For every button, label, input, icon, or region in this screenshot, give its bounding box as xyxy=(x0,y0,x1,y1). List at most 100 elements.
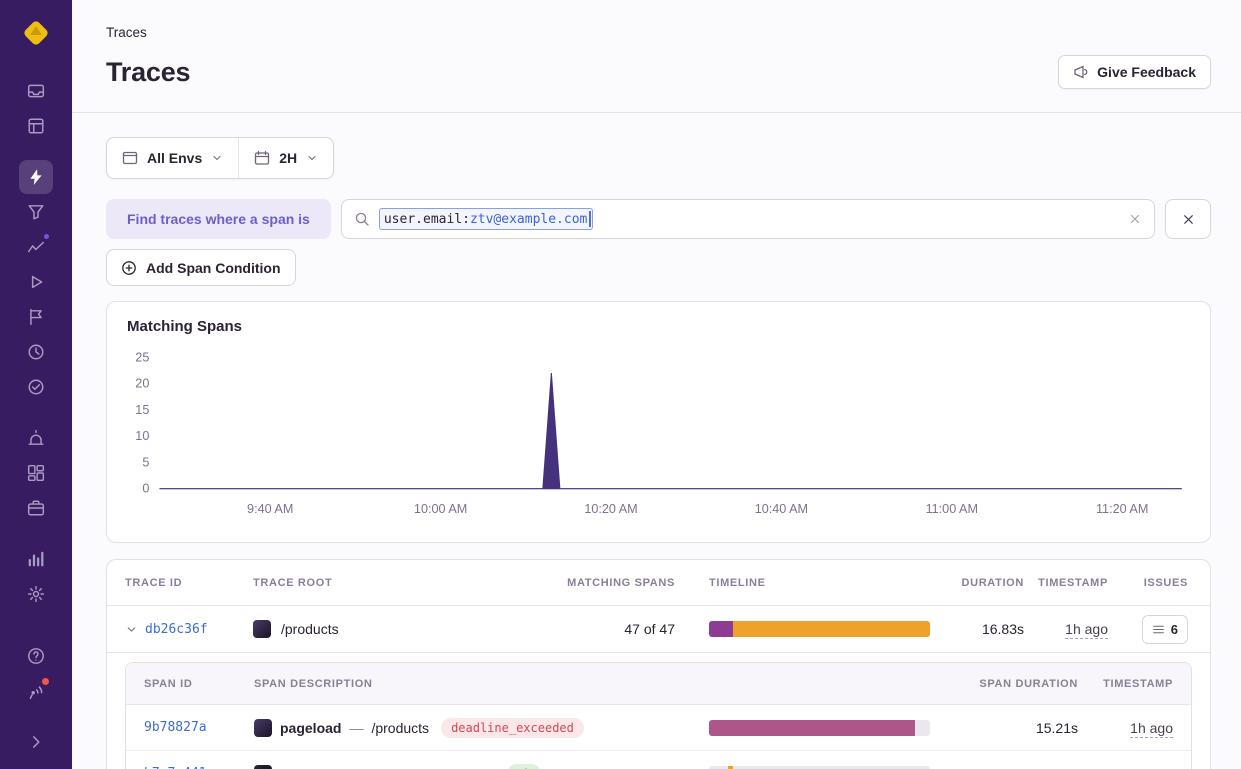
sidebar-item-releases[interactable] xyxy=(19,491,53,525)
column-header-span-timestamp: TIMESTAMP xyxy=(1078,678,1173,690)
svg-text:15: 15 xyxy=(135,403,149,417)
timeline-segment xyxy=(733,621,930,637)
svg-text:10: 10 xyxy=(135,429,149,443)
sidebar-item-history[interactable] xyxy=(19,335,53,369)
date-range-filter[interactable]: 2H xyxy=(238,138,333,178)
chevron-down-icon xyxy=(211,152,223,164)
column-header-trace-root: TRACE ROOT xyxy=(253,577,560,589)
svg-text:10:40 AM: 10:40 AM xyxy=(755,502,808,516)
main-content: Traces Traces Give Feedback All Envs 2H xyxy=(72,0,1241,769)
trace-id-link[interactable]: db26c36f xyxy=(145,622,208,637)
lightning-icon xyxy=(27,168,45,186)
sidebar-item-issues[interactable] xyxy=(19,74,53,108)
issues-icon xyxy=(27,82,45,100)
add-span-condition-label: Add Span Condition xyxy=(146,260,281,276)
traces-table: TRACE ID TRACE ROOT MATCHING SPANS TIMEL… xyxy=(106,559,1211,769)
dashboard-icon xyxy=(27,464,45,482)
spans-table-header: SPAN ID SPAN DESCRIPTION SPAN DURATION T… xyxy=(126,663,1191,705)
column-header-matching-spans: MATCHING SPANS xyxy=(560,577,675,589)
line-chart-icon xyxy=(27,238,45,256)
page-title: Traces xyxy=(106,54,190,90)
sidebar-item-alerts[interactable] xyxy=(19,421,53,455)
sidebar-item-explore-traces[interactable] xyxy=(19,160,53,194)
gear-icon xyxy=(27,585,45,603)
status-badge: ok xyxy=(507,764,541,769)
separator: — xyxy=(349,720,363,736)
sentry-logo[interactable] xyxy=(19,16,53,50)
sidebar-item-feedback[interactable] xyxy=(19,300,53,334)
span-search-input[interactable]: user.email: ztv@example.com xyxy=(341,199,1155,239)
traces-content: All Envs 2H Find traces where a span is … xyxy=(72,113,1241,769)
traces-table-header: TRACE ID TRACE ROOT MATCHING SPANS TIMEL… xyxy=(107,560,1210,606)
trace-timestamp[interactable]: 1h ago xyxy=(1065,621,1108,639)
project-avatar xyxy=(254,719,272,737)
svg-text:9:40 AM: 9:40 AM xyxy=(247,502,293,516)
svg-text:10:00 AM: 10:00 AM xyxy=(414,502,467,516)
token-key: user.email: xyxy=(384,212,470,227)
close-icon xyxy=(1181,212,1196,227)
matching-spans-panel: Matching Spans 05101520259:40 AM10:00 AM… xyxy=(106,301,1211,543)
issues-stack-icon xyxy=(1152,623,1165,636)
funnel-icon xyxy=(27,203,45,221)
siren-icon xyxy=(27,429,45,447)
notification-dot xyxy=(40,676,51,687)
sidebar-item-metrics[interactable] xyxy=(19,230,53,264)
sidebar-item-insights[interactable] xyxy=(19,195,53,229)
search-icon xyxy=(354,211,370,227)
environment-filter[interactable]: All Envs xyxy=(107,138,238,178)
trace-row[interactable]: db26c36f /products 47 of 47 16.83s 1h ag… xyxy=(107,606,1210,653)
issues-count: 6 xyxy=(1171,622,1178,637)
sidebar-item-projects[interactable] xyxy=(19,109,53,143)
sidebar-item-stats[interactable] xyxy=(19,542,53,576)
sidebar-item-help[interactable] xyxy=(19,639,53,673)
expand-chevron-icon[interactable] xyxy=(125,623,138,636)
column-header-span-description: SPAN DESCRIPTION xyxy=(254,678,709,690)
span-timestamp[interactable]: 1h ago xyxy=(1130,720,1173,738)
add-span-condition-button[interactable]: Add Span Condition xyxy=(106,249,296,286)
sidebar-item-whats-new[interactable] xyxy=(19,674,53,708)
give-feedback-button[interactable]: Give Feedback xyxy=(1058,55,1211,89)
give-feedback-label: Give Feedback xyxy=(1097,64,1196,80)
bar-chart-icon xyxy=(27,550,45,568)
spans-table: SPAN ID SPAN DESCRIPTION SPAN DURATION T… xyxy=(125,662,1192,769)
matching-spans-count: 47 of 47 xyxy=(560,621,675,637)
column-header-trace-id: TRACE ID xyxy=(125,577,253,589)
clear-search-button[interactable] xyxy=(1128,212,1142,226)
svg-text:11:20 AM: 11:20 AM xyxy=(1096,502,1148,516)
megaphone-icon xyxy=(1073,64,1089,80)
sidebar xyxy=(0,0,72,769)
column-header-span-id: SPAN ID xyxy=(144,678,254,690)
span-row[interactable]: b7a7e441 http.server — GET /organization… xyxy=(126,751,1191,769)
trace-duration: 16.83s xyxy=(930,621,1024,637)
trace-issues-button[interactable]: 6 xyxy=(1142,615,1188,644)
sidebar-item-settings[interactable] xyxy=(19,577,53,611)
chevron-down-icon xyxy=(306,152,318,164)
sidebar-item-crons[interactable] xyxy=(19,370,53,404)
column-header-timestamp: TIMESTAMP xyxy=(1024,577,1108,589)
project-avatar xyxy=(254,765,272,769)
clock-icon xyxy=(27,343,45,361)
svg-text:0: 0 xyxy=(142,482,149,496)
play-icon xyxy=(27,273,45,291)
sidebar-collapse-button[interactable] xyxy=(19,725,53,759)
logo-icon xyxy=(19,16,53,50)
timeline-segment xyxy=(709,621,733,637)
flag-icon xyxy=(27,308,45,326)
token-value: ztv@example.com xyxy=(470,212,587,227)
close-icon xyxy=(1128,212,1142,226)
sidebar-nav xyxy=(19,74,53,611)
search-token[interactable]: user.email: ztv@example.com xyxy=(379,208,594,230)
environment-filter-label: All Envs xyxy=(147,150,202,166)
remove-condition-button[interactable] xyxy=(1165,199,1211,239)
briefcase-icon xyxy=(27,499,45,517)
column-header-duration: DURATION xyxy=(930,577,1024,589)
span-id-link[interactable]: 9b78827a xyxy=(144,720,254,735)
date-range-label: 2H xyxy=(279,150,297,166)
span-timeline-bar xyxy=(709,720,930,736)
span-row[interactable]: 9b78827a pageload — /products deadline_e… xyxy=(126,705,1191,751)
check-circle-icon xyxy=(27,378,45,396)
column-header-span-duration: SPAN DURATION xyxy=(930,678,1078,690)
sidebar-item-replays[interactable] xyxy=(19,265,53,299)
sidebar-item-dashboards[interactable] xyxy=(19,456,53,490)
breadcrumb[interactable]: Traces xyxy=(106,24,1211,42)
